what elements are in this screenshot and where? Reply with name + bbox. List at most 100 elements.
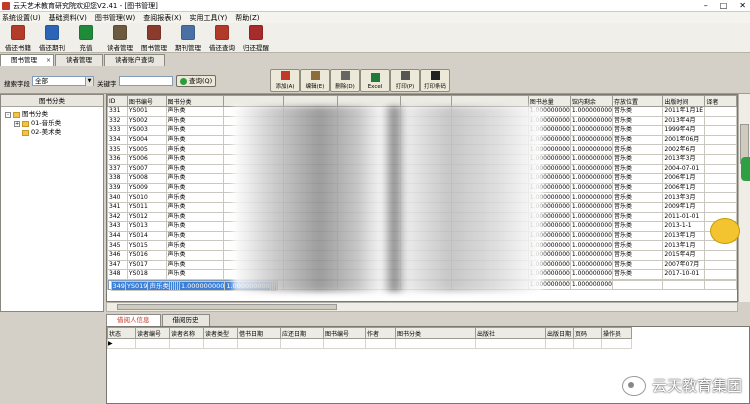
tab[interactable]: 借阅历史 [161,314,210,326]
search-scope-label: 搜索字段 [4,80,30,88]
column-header[interactable]: 作者 [365,327,396,339]
action-button[interactable]: 编辑(E) [300,69,330,92]
tab[interactable]: 读者管理 [55,54,103,66]
column-header[interactable]: 读者类型 [203,327,238,339]
table-cell: 音乐类 [611,163,664,175]
column-header[interactable]: 图书分类 [165,95,224,107]
toolbar-button[interactable]: 借还查询 [206,25,238,52]
grid-vertical-scrollbar[interactable] [738,94,750,302]
toolbar-button[interactable]: 读者管理 [104,25,136,52]
table-cell: 音乐类 [611,106,664,117]
table-cell: YS013 [126,221,167,232]
table-cell: 声乐类 [165,182,224,194]
table-cell [704,269,737,280]
close-tab-icon[interactable]: × [46,55,51,66]
table-cell: 声乐类 [165,163,224,175]
column-header[interactable]: 读者编号 [135,327,170,339]
query-button[interactable]: 查询(Q) [176,75,217,87]
tree-node[interactable]: +01-音乐类 [5,119,61,128]
menu-item[interactable]: 基础资料(V) [49,13,87,23]
keyword-input[interactable] [119,76,173,86]
table-cell: 音乐类 [611,201,664,213]
toolbar-button[interactable]: 期刊管理 [172,25,204,52]
tab[interactable]: 图书管理 × [0,54,54,66]
menu-item[interactable]: 查阅报表(X) [143,13,181,23]
table-cell: 2011年1月1E [662,106,706,117]
column-header[interactable]: 状态 [107,327,136,339]
close-button[interactable]: ✕ [739,0,746,11]
category-tree: - 图书分类 +01-音乐类 02-美术类 [5,110,61,137]
column-header[interactable]: 出版时间 [662,95,706,107]
menu-item[interactable]: 系统设置(U) [2,13,41,23]
table-cell: YS012 [126,211,167,223]
tree-node-label: 图书分类 [22,110,48,118]
folder-icon [22,120,29,127]
table-cell: 345 [107,240,128,251]
action-button[interactable]: 删除(D) [330,69,360,92]
column-header[interactable]: 应还日期 [280,327,324,339]
side-badge[interactable] [741,157,750,181]
module-tabs: 图书管理 × 读者管理 读者账户查询 [0,54,750,66]
column-header[interactable]: 图书编号 [126,95,167,107]
table-cell: 声乐类 [165,259,224,271]
folder-icon [13,111,20,118]
table-cell: 2013-1-1 [662,221,706,232]
table-cell: 339 [107,182,128,194]
column-header[interactable]: 读者名称 [169,327,204,339]
table-cell: 1.000000000 [569,279,613,291]
table-cell [704,249,737,261]
search-scope-select[interactable]: 全部 ▼ [32,76,94,86]
grid-horizontal-scrollbar[interactable] [106,302,738,312]
tab[interactable]: 读者账户查询 [104,54,165,66]
column-header[interactable]: 存放位置 [611,95,664,107]
minimize-button[interactable]: – [704,0,708,11]
menu-item[interactable]: 实用工具(Y) [190,13,228,23]
tree-node[interactable]: 02-美术类 [5,128,61,137]
mascot-icon[interactable] [710,218,740,244]
toolbar-icon [147,25,161,40]
table-cell: 2013年3月 [662,192,706,203]
column-header[interactable] [222,95,285,107]
column-header[interactable] [337,95,401,107]
toolbar-button[interactable]: 充值 [70,25,102,52]
column-header[interactable] [399,95,452,107]
action-label: 添加(A) [275,84,295,90]
table-cell: 1.000000000 [569,211,613,223]
column-header[interactable]: 操作员 [601,327,632,339]
maximize-button[interactable]: □ [720,0,728,11]
column-header[interactable]: 出版日期 [545,327,574,339]
menu-item[interactable]: 图书管理(W) [95,13,135,23]
table-row[interactable]: ▶ [107,338,632,349]
column-header[interactable]: 出版社 [475,327,546,339]
toolbar-button[interactable]: 归还提醒 [240,25,272,52]
column-header[interactable]: ID [107,95,128,107]
column-header[interactable]: 图书编号 [323,327,366,339]
column-header[interactable] [450,95,529,107]
tab-label: 借阅历史 [172,316,199,324]
column-header[interactable]: 图书总量 [527,95,571,107]
table-cell: 333 [107,125,128,136]
action-button[interactable]: 添加(A) [270,69,300,92]
column-header[interactable]: 译者 [704,95,737,107]
menu-item[interactable]: 帮助(Z) [235,13,259,23]
table-cell: 2011-01-01 [662,211,706,223]
table-cell: 1.000000000 [569,163,613,175]
action-button[interactable]: Excel [360,69,390,92]
expand-icon[interactable]: - [5,111,11,118]
toolbar-button[interactable]: 借还书籍 [2,25,34,52]
tab[interactable]: 借阅人信息 [106,314,161,326]
table-cell: 1.000000000 [569,259,613,271]
column-header[interactable]: 借书日期 [237,327,281,339]
scroll-thumb[interactable] [117,304,337,310]
action-button[interactable]: 打印(P) [390,69,420,92]
toolbar-button[interactable]: 借还期刊 [36,25,68,52]
column-header[interactable]: 馆内剩余 [569,95,613,107]
tree-node[interactable]: - 图书分类 [5,110,61,119]
column-header[interactable]: 图书分类 [395,327,476,339]
column-header[interactable] [283,95,339,107]
toolbar-button[interactable]: 图书管理 [138,25,170,52]
column-header[interactable]: 页码 [573,327,602,339]
expand-icon[interactable]: + [14,120,20,127]
action-button[interactable]: 打印条码 [420,69,450,92]
table-cell: 音乐类 [611,153,664,165]
